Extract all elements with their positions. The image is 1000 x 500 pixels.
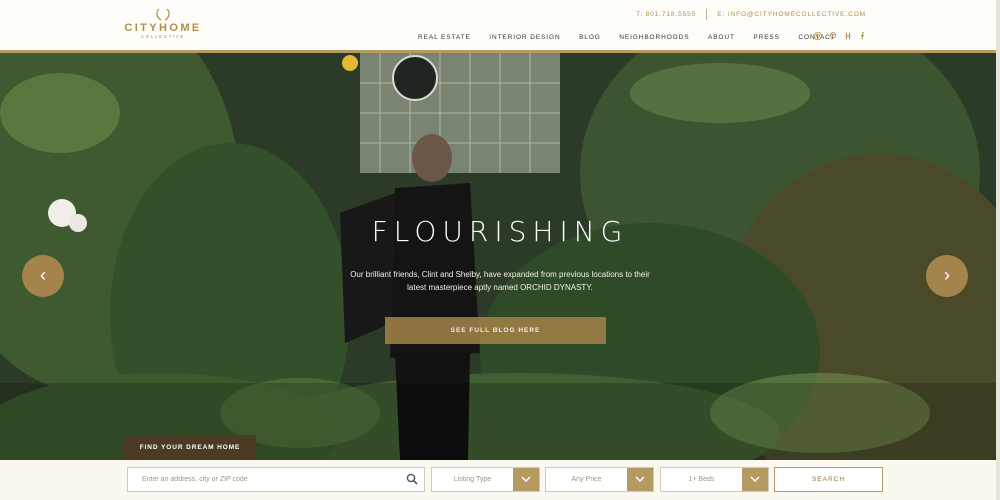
slider-prev-button[interactable]: ‹ — [22, 255, 64, 297]
address-placeholder: Enter an address, city or ZIP code — [142, 476, 248, 483]
brand-name: CITYHOME — [124, 22, 202, 34]
chevron-down-icon — [635, 476, 645, 482]
price-value: Any Price — [571, 476, 602, 483]
facebook-icon[interactable] — [859, 32, 867, 40]
listing-type-select[interactable]: Listing Type — [431, 467, 540, 492]
chevron-left-icon: ‹ — [40, 265, 46, 285]
nav-blog[interactable]: BLOG — [579, 34, 601, 41]
nav-about[interactable]: ABOUT — [708, 34, 735, 41]
nav-real-estate[interactable]: REAL ESTATE — [418, 34, 471, 41]
laurel-icon — [156, 8, 170, 21]
phone-link[interactable]: T: 801.718.5555 — [636, 11, 696, 18]
instagram-icon[interactable] — [814, 32, 822, 40]
hero-slider: FLOURISHING Our brilliant friends, Clint… — [0, 53, 1000, 460]
chevron-right-icon: › — [944, 265, 950, 285]
greenhouse-photo — [0, 53, 1000, 460]
page-scrollbar[interactable] — [996, 0, 1000, 500]
property-search-bar: Enter an address, city or ZIP code Listi… — [0, 460, 1000, 500]
price-dropdown-toggle[interactable] — [627, 468, 653, 491]
brand-tagline: COLLECTIVE — [140, 34, 185, 39]
search-button[interactable]: SEARCH — [774, 467, 883, 492]
contact-info: T: 801.718.5555 E: INFO@CITYHOMECOLLECTI… — [636, 9, 866, 20]
address-search-input[interactable]: Enter an address, city or ZIP code — [127, 467, 425, 492]
site-header: CITYHOME COLLECTIVE T: 801.718.5555 E: I… — [0, 0, 1000, 52]
slider-next-button[interactable]: › — [926, 255, 968, 297]
info-divider — [706, 9, 708, 20]
email-link[interactable]: E: INFO@CITYHOMECOLLECTIVE.COM — [717, 11, 866, 18]
beds-select[interactable]: 1+ Beds — [660, 467, 769, 492]
main-nav: REAL ESTATE INTERIOR DESIGN BLOG NEIGHBO… — [418, 34, 854, 41]
search-icon[interactable] — [406, 473, 418, 485]
hero-description: Our brilliant friends, Clint and Shelby,… — [350, 270, 650, 292]
nav-press[interactable]: PRESS — [753, 34, 780, 41]
hero-title: FLOURISHING — [371, 215, 629, 248]
nav-neighborhoods[interactable]: NEIGHBORHOODS — [619, 34, 689, 41]
see-full-blog-button[interactable]: SEE FULL BLOG HERE — [385, 317, 606, 344]
listing-type-value: Listing Type — [453, 476, 492, 483]
nav-interior-design[interactable]: INTERIOR DESIGN — [489, 34, 560, 41]
pinterest-icon[interactable] — [829, 32, 837, 40]
chevron-down-icon — [750, 476, 760, 482]
price-select[interactable]: Any Price — [545, 467, 654, 492]
houzz-icon[interactable] — [844, 32, 852, 40]
chevron-down-icon — [521, 476, 531, 482]
beds-dropdown-toggle[interactable] — [742, 468, 768, 491]
find-dream-home-tab[interactable]: FIND YOUR DREAM HOME — [124, 435, 256, 460]
beds-value: 1+ Beds — [688, 476, 715, 483]
social-links — [814, 32, 867, 40]
listing-type-dropdown-toggle[interactable] — [513, 468, 539, 491]
logo[interactable]: CITYHOME COLLECTIVE — [122, 6, 204, 40]
